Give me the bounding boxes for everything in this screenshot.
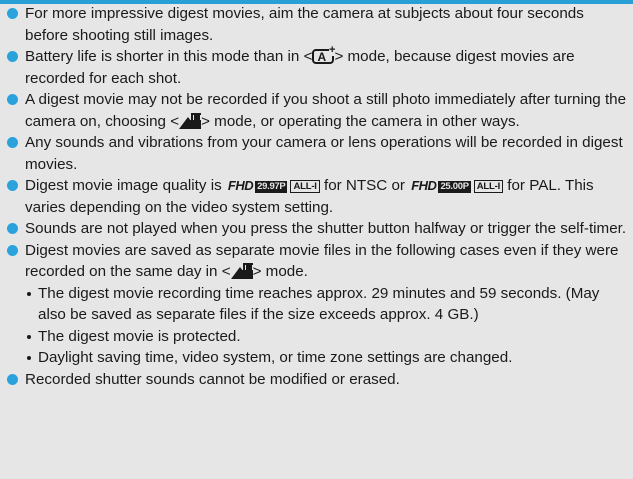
- compression-all-i-icon: ALL-I: [473, 180, 504, 193]
- sub-bullet-icon: [27, 334, 31, 339]
- frame-rate-pal-icon: 25.00P: [438, 181, 471, 193]
- sub-bullet-icon: [27, 291, 31, 296]
- note-text: Battery life is shorter in this mode tha…: [25, 48, 313, 65]
- bullet-icon: [7, 51, 18, 62]
- sub-list-item: Daylight saving time, video system, or t…: [25, 347, 631, 369]
- list-item: Digest movies are saved as separate movi…: [6, 240, 631, 369]
- fhd-quality-icon: FHD: [411, 178, 437, 193]
- list-item: Battery life is shorter in this mode tha…: [6, 45, 631, 89]
- sub-list: The digest movie recording time reaches …: [25, 283, 631, 369]
- frame-rate-ntsc-icon: 29.97P: [255, 181, 288, 193]
- list-item: Digest movie image quality is FHD 29.97P A…: [6, 175, 631, 218]
- sub-bullet-icon: [27, 356, 31, 360]
- note-text: Recorded shutter sounds cannot be modifi…: [25, 370, 400, 388]
- bullet-icon: [7, 137, 18, 148]
- bullet-icon: [7, 180, 18, 191]
- bullet-icon: [7, 8, 18, 19]
- sub-list-item: The digest movie recording time reaches …: [25, 283, 631, 326]
- hybrid-auto-mode-icon: [179, 112, 202, 129]
- note-text: Digest movies are saved as separate movi…: [25, 241, 619, 281]
- list-item: Any sounds and vibrations from your came…: [6, 132, 631, 175]
- caution-list: For more impressive digest movies, aim t…: [6, 3, 631, 390]
- bullet-icon: [7, 373, 18, 385]
- note-text: Any sounds and vibrations from your came…: [25, 134, 623, 173]
- sub-list-item: The digest movie is protected.: [25, 326, 631, 348]
- note-text: Sounds are not played when you press the…: [25, 220, 627, 237]
- list-item: Recorded shutter sounds cannot be modifi…: [6, 369, 631, 391]
- bullet-icon: [7, 223, 18, 234]
- compression-all-i-icon: ALL-I: [290, 180, 320, 193]
- note-text: > mode.: [252, 263, 308, 280]
- list-item: Sounds are not played when you press the…: [6, 218, 631, 240]
- hybrid-auto-mode-icon: [230, 263, 253, 279]
- note-text: Digest movie image quality is: [25, 177, 222, 194]
- bullet-icon: [7, 244, 18, 256]
- fhd-quality-icon: FHD: [227, 178, 254, 193]
- list-item: For more impressive digest movies, aim t…: [6, 3, 631, 46]
- note-text: > mode, or operating the camera in other…: [201, 112, 520, 130]
- note-text: for NTSC or: [323, 177, 405, 194]
- scene-intelligent-auto-icon: A +: [312, 45, 336, 64]
- manual-page: For more impressive digest movies, aim t…: [0, 0, 633, 479]
- list-item: A digest movie may not be recorded if yo…: [6, 89, 631, 132]
- bullet-icon: [7, 94, 18, 105]
- note-text: For more impressive digest movies, aim t…: [25, 5, 584, 44]
